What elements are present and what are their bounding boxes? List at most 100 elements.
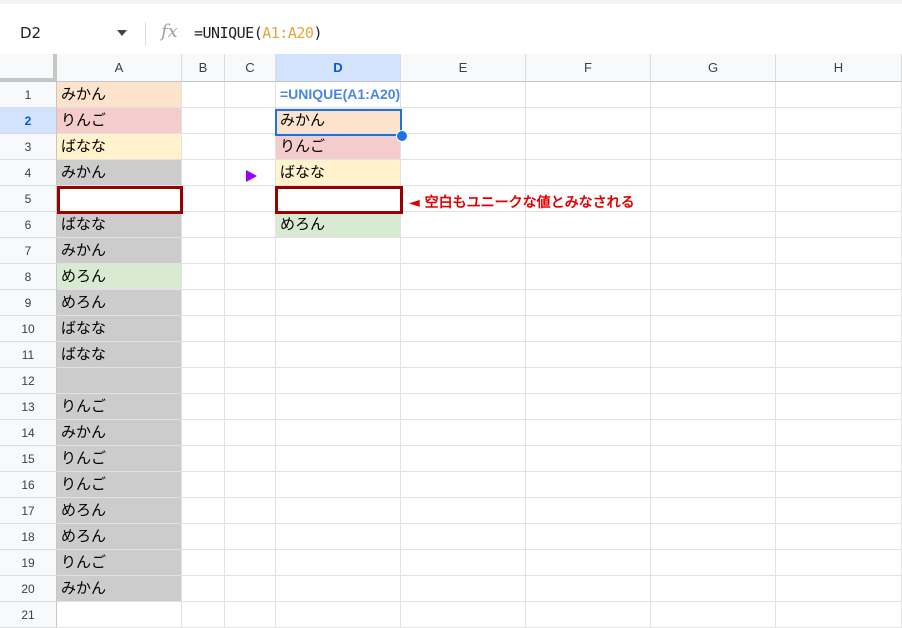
cell-f4[interactable]: [526, 160, 651, 186]
cell-a6[interactable]: ばなな: [57, 212, 182, 238]
cell-g8[interactable]: [651, 264, 776, 290]
cell-f13[interactable]: [526, 394, 651, 420]
cell-d8[interactable]: [276, 264, 401, 290]
cell-d11[interactable]: [276, 342, 401, 368]
cell-e6[interactable]: [401, 212, 526, 238]
cell-a7[interactable]: みかん: [57, 238, 182, 264]
cell-b15[interactable]: [182, 446, 225, 472]
cell-c15[interactable]: [225, 446, 276, 472]
cell-f17[interactable]: [526, 498, 651, 524]
cell-a20[interactable]: みかん: [57, 576, 182, 602]
cell-b14[interactable]: [182, 420, 225, 446]
cell-a12[interactable]: [57, 368, 182, 394]
cell-h12[interactable]: [776, 368, 902, 394]
cell-h14[interactable]: [776, 420, 902, 446]
cell-c5[interactable]: [225, 186, 276, 212]
cell-e19[interactable]: [401, 550, 526, 576]
cell-b5[interactable]: [182, 186, 225, 212]
column-header-g[interactable]: G: [651, 54, 776, 82]
cell-c3[interactable]: [225, 134, 276, 160]
cell-a1[interactable]: みかん: [57, 82, 182, 108]
cell-c13[interactable]: [225, 394, 276, 420]
cell-g15[interactable]: [651, 446, 776, 472]
cell-e18[interactable]: [401, 524, 526, 550]
cell-g11[interactable]: [651, 342, 776, 368]
select-all-corner[interactable]: [0, 54, 57, 82]
column-header-a[interactable]: A: [57, 54, 182, 82]
cell-c1[interactable]: [225, 82, 276, 108]
cell-d12[interactable]: [276, 368, 401, 394]
cell-g21[interactable]: [651, 602, 776, 628]
column-header-f[interactable]: F: [526, 54, 651, 82]
fill-handle[interactable]: [396, 130, 408, 142]
cell-f1[interactable]: [526, 82, 651, 108]
row-header-9[interactable]: 9: [0, 290, 57, 316]
cell-e13[interactable]: [401, 394, 526, 420]
cell-b12[interactable]: [182, 368, 225, 394]
cell-h21[interactable]: [776, 602, 902, 628]
cell-c2[interactable]: [225, 108, 276, 134]
row-header-21[interactable]: 21: [0, 602, 57, 628]
cell-e16[interactable]: [401, 472, 526, 498]
cell-g18[interactable]: [651, 524, 776, 550]
cell-b19[interactable]: [182, 550, 225, 576]
cell-h17[interactable]: [776, 498, 902, 524]
cell-a4[interactable]: みかん: [57, 160, 182, 186]
cell-g12[interactable]: [651, 368, 776, 394]
cell-e21[interactable]: [401, 602, 526, 628]
cell-b21[interactable]: [182, 602, 225, 628]
cell-e15[interactable]: [401, 446, 526, 472]
cell-h2[interactable]: [776, 108, 902, 134]
cell-f21[interactable]: [526, 602, 651, 628]
cell-f7[interactable]: [526, 238, 651, 264]
row-header-8[interactable]: 8: [0, 264, 57, 290]
cell-e2[interactable]: [401, 108, 526, 134]
row-header-2[interactable]: 2: [0, 108, 57, 134]
row-header-4[interactable]: 4: [0, 160, 57, 186]
cell-c8[interactable]: [225, 264, 276, 290]
cell-d21[interactable]: [276, 602, 401, 628]
cell-h15[interactable]: [776, 446, 902, 472]
cell-a18[interactable]: めろん: [57, 524, 182, 550]
cell-e1[interactable]: [401, 82, 526, 108]
cell-g19[interactable]: [651, 550, 776, 576]
cell-c14[interactable]: [225, 420, 276, 446]
cell-d15[interactable]: [276, 446, 401, 472]
cell-h13[interactable]: [776, 394, 902, 420]
cell-f14[interactable]: [526, 420, 651, 446]
row-header-18[interactable]: 18: [0, 524, 57, 550]
cell-d10[interactable]: [276, 316, 401, 342]
cell-f10[interactable]: [526, 316, 651, 342]
cell-e12[interactable]: [401, 368, 526, 394]
cell-b7[interactable]: [182, 238, 225, 264]
cell-h7[interactable]: [776, 238, 902, 264]
cell-c11[interactable]: [225, 342, 276, 368]
cell-e20[interactable]: [401, 576, 526, 602]
cell-h18[interactable]: [776, 524, 902, 550]
cell-g5[interactable]: [651, 186, 776, 212]
cell-b20[interactable]: [182, 576, 225, 602]
cell-a15[interactable]: りんご: [57, 446, 182, 472]
column-header-e[interactable]: E: [401, 54, 526, 82]
cell-a16[interactable]: りんご: [57, 472, 182, 498]
cell-d6[interactable]: めろん: [276, 212, 401, 238]
row-header-12[interactable]: 12: [0, 368, 57, 394]
cell-b1[interactable]: [182, 82, 225, 108]
row-header-20[interactable]: 20: [0, 576, 57, 602]
cell-g20[interactable]: [651, 576, 776, 602]
row-header-10[interactable]: 10: [0, 316, 57, 342]
cell-b18[interactable]: [182, 524, 225, 550]
column-header-d[interactable]: D: [276, 54, 401, 82]
cell-d1[interactable]: =UNIQUE(A1:A20): [276, 82, 401, 108]
cell-d14[interactable]: [276, 420, 401, 446]
cell-a3[interactable]: ばなな: [57, 134, 182, 160]
cell-f6[interactable]: [526, 212, 651, 238]
cell-g1[interactable]: [651, 82, 776, 108]
cell-d13[interactable]: [276, 394, 401, 420]
cell-f8[interactable]: [526, 264, 651, 290]
column-header-b[interactable]: B: [182, 54, 225, 82]
cell-e10[interactable]: [401, 316, 526, 342]
cell-g16[interactable]: [651, 472, 776, 498]
cell-a14[interactable]: みかん: [57, 420, 182, 446]
cell-g2[interactable]: [651, 108, 776, 134]
